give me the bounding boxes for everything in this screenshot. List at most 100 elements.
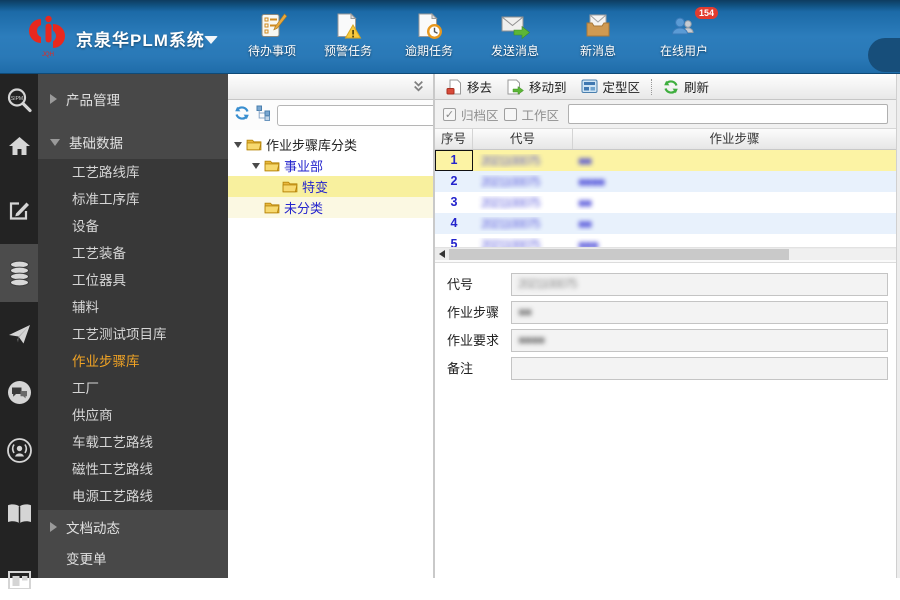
fixed-area-button[interactable]: 定型区 [574,75,648,98]
topbar-item-label: 逾期任务 [404,44,453,58]
table-body: 1 2021100075 ■■ 2 2021100075 ■■■■ 3 2021… [435,150,896,247]
step-field-label: 作业步骤 [447,305,500,320]
topbar-right-pill[interactable] [868,38,900,72]
archive-checkbox[interactable]: ✓ [443,107,456,121]
topbar-item-online-users[interactable]: 在线用户 154 [638,7,730,68]
rail-item-edit[interactable] [0,190,38,230]
sidebar-group-label: 文档动态 [66,521,120,536]
sidebar-item-process-test-lib[interactable]: 工艺测试项目库 [38,321,228,348]
tree-search-input[interactable] [278,106,437,124]
column-header-step[interactable]: 作业步骤 [573,129,896,149]
table-row[interactable]: 4 2021100075 ■■ [435,213,896,234]
rail-item-home[interactable] [0,126,38,166]
table-row[interactable]: 2 2021100075 ■■■■ [435,171,896,192]
book-icon [7,504,31,524]
topbar-item-label: 待办事项 [247,44,296,58]
masked-value: ■■ [518,305,532,319]
filter-search-input[interactable] [568,104,888,124]
sidebar-item-equipment[interactable]: 设备 [38,213,228,240]
tree-node-tebian[interactable]: 特变 [228,176,433,197]
table-row[interactable]: 1 2021100075 ■■ [435,150,896,171]
tree-node-label: 事业部 [284,159,324,174]
scroll-left-button[interactable] [435,250,449,258]
online-users-badge: 154 [694,7,718,19]
sidebar-item-power-process-route[interactable]: 电源工艺路线 [38,483,228,510]
sidebar-group-product[interactable]: 产品管理 [38,82,228,116]
table-row[interactable]: 3 2021100075 ■■ [435,192,896,213]
rail-item-send[interactable] [0,314,38,354]
tree-structure-icon[interactable] [256,105,271,126]
broadcast-icon [6,437,32,463]
tree-node-root[interactable]: 作业步骤库分类 [228,134,433,155]
requirement-field[interactable]: ■■■■ [511,329,888,352]
scrollbar-track[interactable] [789,248,896,260]
title-dropdown-caret-icon[interactable] [204,36,218,44]
refresh-button[interactable]: 刷新 [656,75,716,98]
move-to-button[interactable]: 移动到 [499,75,574,98]
sidebar-item-supplier[interactable]: 供应商 [38,402,228,429]
rail-item-broadcast[interactable] [0,430,38,470]
sidebar-group-basic-data[interactable]: 基础数据 [38,125,228,159]
tree-refresh-icon[interactable] [234,105,250,126]
topbar-item-send-message[interactable]: 发送消息 [472,8,558,68]
rail-item-window[interactable] [0,560,38,600]
sidebar-item-factory[interactable]: 工厂 [38,375,228,402]
filter-row: ✓ 归档区 工作区 [435,100,896,129]
send-message-icon [500,8,531,40]
sidebar-item-station-apparatus[interactable]: 工位器具 [38,267,228,294]
sidebar-item-vehicle-process-route[interactable]: 车载工艺路线 [38,429,228,456]
scrollbar-thumb[interactable] [449,248,789,260]
tree-node-unclassified[interactable]: 未分类 [228,197,433,218]
sidebar-item-magnetic-process-route[interactable]: 磁性工艺路线 [38,456,228,483]
sidebar-item-work-step-lib[interactable]: 作业步骤库 [38,348,228,375]
jqh-logo-icon: JQH [29,15,65,58]
masked-value: ■■■■ [518,333,545,347]
rail-item-database[interactable] [0,244,38,302]
move-to-icon [507,79,524,95]
right-edge-strip[interactable] [896,74,900,578]
sidebar-item-process-tooling[interactable]: 工艺装备 [38,240,228,267]
workarea-checkbox[interactable] [503,107,517,121]
topbar-item-new-message[interactable]: 新消息 [558,8,638,68]
chat-icon [7,380,31,404]
table-row[interactable]: 5 2021100075 ■■■ [435,234,896,247]
masked-step: ■■ [578,216,592,231]
note-field[interactable] [511,357,888,380]
sidebar-item-auxiliary-material[interactable]: 辅料 [38,294,228,321]
column-header-num[interactable]: 序号 [435,129,473,149]
sidebar-item-process-route-lib[interactable]: 工艺路线库 [38,159,228,186]
topbar-item-label: 发送消息 [490,44,539,58]
remove-button[interactable]: 移去 [439,75,499,98]
topbar-item-warning-task[interactable]: 预警任务 [310,8,386,68]
masked-step: ■■ [578,153,592,168]
sidebar-item-standard-process-lib[interactable]: 标准工序库 [38,186,228,213]
tree-toolbar [228,100,471,130]
step-field[interactable]: ■■ [511,301,888,324]
folder-icon [264,159,280,172]
tree-node-division[interactable]: 事业部 [228,155,433,176]
sidebar-group-doc-dynamics[interactable]: 文档动态 [38,510,228,544]
code-field[interactable]: 2021100075 [511,273,888,296]
database-icon [9,260,29,286]
rail-item-chat[interactable] [0,372,38,412]
topbar-item-overdue-task[interactable]: 逾期任务 [386,8,472,68]
column-header-code[interactable]: 代号 [473,129,573,149]
toolbar-separator [651,78,653,95]
app-title: 京泉华PLM系统 [76,31,205,50]
sidebar-item-change-order[interactable]: 变更单 [38,544,228,572]
rail-item-book[interactable] [0,494,38,534]
cell-num: 3 [450,195,458,209]
warning-task-icon [334,8,362,40]
topbar-item-todo[interactable]: 待办事项 [234,8,310,68]
sidebar-menu: 产品管理 基础数据 工艺路线库 标准工序库 设备 工艺装备 工位器具 辅料 工艺… [38,74,228,578]
chevron-double-down-icon[interactable] [412,80,425,98]
expander-down-icon [252,162,260,169]
masked-code: 2021100075 [481,174,541,189]
rail-item-sipm-search[interactable]: SIPM [0,80,38,120]
sidebar-group-label: 产品管理 [66,93,120,108]
remove-icon [446,79,461,94]
masked-value: 2021100075 [518,277,578,291]
topbar-nav: 待办事项 预警任务 逾期任务 发送消息 新消息 在线用户 154 [234,7,730,68]
tree-node-label: 作业步骤库分类 [266,138,358,153]
cell-num: 2 [450,174,458,188]
